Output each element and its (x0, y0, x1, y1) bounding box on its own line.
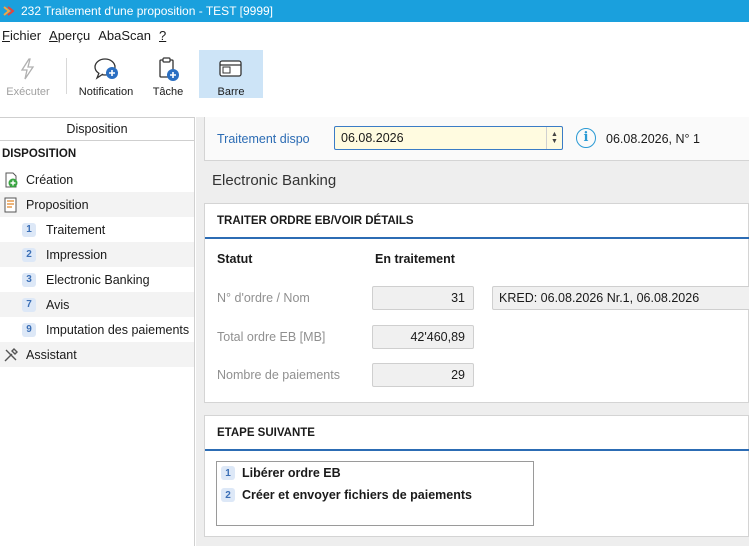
sidebar-item-traitement[interactable]: 1 Traitement (0, 217, 194, 242)
menu-fichier[interactable]: Fichier (2, 28, 41, 43)
card-title-underline (205, 449, 749, 451)
step-number-badge: 1 (22, 222, 36, 237)
window-bar-icon (218, 56, 244, 82)
dispo-info-text: 06.08.2026, N° 1 (606, 132, 700, 146)
sidebar-header: Disposition (0, 117, 194, 141)
total-label: Total ordre EB [MB] (217, 330, 326, 344)
dispo-label: Traitement dispo (217, 132, 310, 146)
chevron-up-icon[interactable]: ▲ (551, 131, 558, 138)
sidebar-item-imputation[interactable]: 9 Imputation des paiements (0, 317, 194, 342)
order-name-field: KRED: 06.08.2026 Nr.1, 06.08.2026 (492, 286, 749, 310)
list-document-icon (4, 197, 17, 212)
toolbar-separator (66, 58, 67, 94)
card-title-underline (205, 237, 749, 239)
sidebar-item-electronic-banking[interactable]: 3 Electronic Banking (0, 267, 194, 292)
page-title: Electronic Banking (212, 172, 337, 189)
tools-icon (4, 347, 18, 361)
chevron-down-icon[interactable]: ▼ (551, 138, 558, 145)
payments-count-label: Nombre de paiements (217, 368, 340, 382)
status-label: Statut (217, 252, 253, 266)
document-add-icon (5, 172, 18, 187)
step-number-badge: 2 (221, 488, 235, 502)
step-number-badge: 1 (221, 466, 235, 480)
step-number-badge: 9 (22, 322, 36, 337)
next-step-list: 1 Libérer ordre EB 2 Créer et envoyer fi… (216, 461, 534, 526)
next-step-title: ETAPE SUIVANTE (205, 416, 748, 450)
date-spinner[interactable]: ▲ ▼ (546, 127, 562, 149)
dispo-date-input[interactable]: 06.08.2026 ▲ ▼ (334, 126, 563, 150)
window-title: 232 Traitement d'une proposition - TEST … (21, 4, 273, 18)
total-value-field: 42'460,89 (372, 325, 474, 349)
order-label: N° d'ordre / Nom (217, 291, 310, 305)
dispo-selector-bar: Traitement dispo 06.08.2026 ▲ ▼ i 06.08.… (204, 117, 749, 161)
menu-help[interactable]: ? (159, 28, 166, 43)
next-step-item[interactable]: 1 Libérer ordre EB (217, 462, 533, 484)
main-content: Traitement dispo 06.08.2026 ▲ ▼ i 06.08.… (196, 117, 749, 546)
sidebar: Disposition DISPOSITION Création Proposi… (0, 117, 195, 546)
task-button[interactable]: Tâche (137, 50, 199, 98)
menu-abascan[interactable]: AbaScan (98, 28, 151, 43)
lightning-icon (15, 56, 41, 82)
sidebar-item-assistant[interactable]: Assistant (0, 342, 194, 367)
notification-icon (93, 56, 119, 82)
sidebar-section-title: DISPOSITION (2, 148, 77, 160)
sidebar-item-creation[interactable]: Création (0, 167, 194, 192)
menu-bar: Fichier Aperçu AbaScan ? (0, 24, 172, 46)
next-step-item[interactable]: 2 Créer et envoyer fichiers de paiements (217, 484, 533, 506)
payments-count-field: 29 (372, 363, 474, 387)
sidebar-item-proposition[interactable]: Proposition (0, 192, 194, 217)
menu-apercu[interactable]: Aperçu (49, 28, 90, 43)
bar-button[interactable]: Barre (199, 50, 263, 98)
next-step-card: ETAPE SUIVANTE 1 Libérer ordre EB 2 Crée… (204, 415, 749, 537)
order-number-field: 31 (372, 286, 474, 310)
details-card-title: TRAITER ORDRE EB/VOIR DÉTAILS (205, 204, 748, 238)
details-card: TRAITER ORDRE EB/VOIR DÉTAILS Statut En … (204, 203, 749, 403)
title-bar: 232 Traitement d'une proposition - TEST … (0, 0, 749, 22)
clipboard-add-icon (155, 56, 181, 82)
status-value: En traitement (375, 252, 455, 266)
app-logo-icon (3, 6, 15, 16)
step-number-badge: 3 (22, 272, 36, 287)
notification-button[interactable]: Notification (75, 50, 137, 98)
sidebar-item-impression[interactable]: 2 Impression (0, 242, 194, 267)
sidebar-item-avis[interactable]: 7 Avis (0, 292, 194, 317)
execute-button[interactable]: Exécuter (0, 50, 56, 98)
info-icon[interactable]: i (576, 128, 596, 148)
step-number-badge: 2 (22, 247, 36, 262)
step-number-badge: 7 (22, 297, 36, 312)
toolbar: Exécuter Notification Tâche Barre (0, 50, 749, 102)
